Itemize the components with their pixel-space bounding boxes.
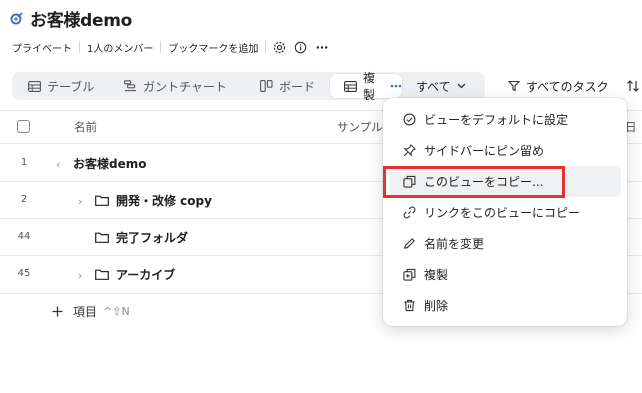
tab-more-icon[interactable] — [390, 84, 402, 88]
project-icon — [10, 11, 24, 25]
view-tabs: テーブル ガントチャート ボード 複製 すべて — [12, 71, 485, 102]
page-title: お客様demo — [30, 10, 132, 31]
bookmark-link[interactable]: ブックマークを追加 — [168, 40, 258, 55]
filter-label: すべて — [416, 79, 451, 94]
members-label[interactable]: 1人のメンバー — [87, 40, 153, 55]
more-icon[interactable] — [315, 41, 329, 54]
info-icon[interactable] — [294, 41, 307, 54]
column-header-name[interactable]: 名前 — [74, 112, 97, 142]
menu-item-rename[interactable]: 名前を変更 — [389, 228, 621, 259]
table-icon — [28, 80, 41, 92]
tasks-label: すべてのタスク — [526, 79, 609, 94]
sort-icon[interactable] — [626, 79, 640, 93]
pin-icon — [403, 144, 416, 157]
filter-dropdown[interactable]: すべて — [416, 72, 466, 100]
filter-icon — [508, 80, 520, 92]
row-name: アーカイブ — [116, 268, 176, 282]
table-icon — [344, 80, 357, 92]
menu-item-label: 削除 — [424, 299, 449, 313]
gantt-icon — [124, 80, 137, 92]
menu-item-delete[interactable]: 削除 — [389, 290, 621, 321]
folder-icon — [95, 269, 109, 280]
menu-item-label: 名前を変更 — [424, 237, 485, 251]
menu-item-duplicate[interactable]: 複製 — [389, 259, 621, 290]
pencil-icon — [403, 237, 416, 250]
tab-table[interactable]: テーブル — [28, 72, 94, 100]
tab-duplicate[interactable]: 複製 — [330, 71, 402, 102]
divider — [79, 41, 80, 53]
plus-icon — [52, 306, 63, 317]
shortcut-hint: ^⇧N — [103, 304, 130, 318]
tab-gantt[interactable]: ガントチャート — [124, 72, 227, 100]
tab-label: テーブル — [47, 79, 95, 94]
chevron-down-icon — [457, 83, 466, 89]
gear-icon[interactable] — [273, 41, 286, 54]
highlight-box — [383, 166, 565, 198]
row-number: 44 — [17, 231, 31, 242]
tasks-filter[interactable]: すべてのタスク — [508, 72, 609, 100]
visibility-label[interactable]: プライベート — [12, 40, 72, 55]
row-name: 開発・改修 copy — [116, 194, 212, 208]
page-meta: プライベート 1人のメンバー ブックマークを追加 — [12, 38, 329, 56]
menu-item-set-default[interactable]: ビューをデフォルトに設定 — [389, 104, 621, 135]
add-item-button[interactable]: 項目 ^⇧N — [52, 302, 130, 320]
row-cell: アーカイブ — [95, 256, 175, 293]
tab-board[interactable]: ボード — [260, 72, 315, 100]
divider — [265, 41, 267, 53]
trash-icon — [403, 299, 416, 312]
board-icon — [260, 80, 273, 92]
check-circle-icon — [403, 113, 416, 126]
page-header: お客様demo — [10, 6, 132, 31]
chevron-right-icon[interactable]: › — [78, 195, 82, 208]
row-number: 45 — [17, 268, 31, 279]
menu-item-label: 複製 — [424, 268, 449, 282]
link-icon — [403, 206, 416, 219]
tab-label: 複製 — [363, 71, 376, 102]
row-name: お客様demo — [73, 157, 147, 171]
folder-icon — [95, 232, 109, 243]
folder-icon — [95, 195, 109, 206]
chevron-right-icon[interactable]: › — [78, 269, 82, 282]
chevron-left-icon[interactable]: ‹ — [56, 158, 60, 171]
row-cell: 開発・改修 copy — [95, 182, 212, 219]
divider — [160, 41, 162, 53]
tab-label: ボード — [279, 79, 316, 94]
select-all-checkbox[interactable] — [17, 120, 30, 133]
row-number: 2 — [20, 194, 28, 205]
menu-item-label: サイドバーにピン留め — [424, 144, 545, 158]
column-header-sample[interactable]: サンプル — [337, 112, 383, 142]
duplicate-icon — [403, 268, 416, 281]
menu-item-copy-link[interactable]: リンクをこのビューにコピー — [389, 197, 621, 228]
row-number: 1 — [20, 157, 28, 168]
row-name: 完了フォルダ — [116, 231, 189, 245]
menu-item-pin[interactable]: サイドバーにピン留め — [389, 135, 621, 166]
row-cell: 完了フォルダ — [95, 219, 188, 256]
menu-item-label: ビューをデフォルトに設定 — [424, 113, 569, 127]
menu-item-label: リンクをこのビューにコピー — [424, 206, 581, 220]
add-item-label: 項目 — [73, 304, 98, 319]
view-options-menu: ビューをデフォルトに設定 サイドバーにピン留め このビューをコピー... リンク… — [383, 98, 627, 326]
tab-label: ガントチャート — [143, 79, 227, 94]
